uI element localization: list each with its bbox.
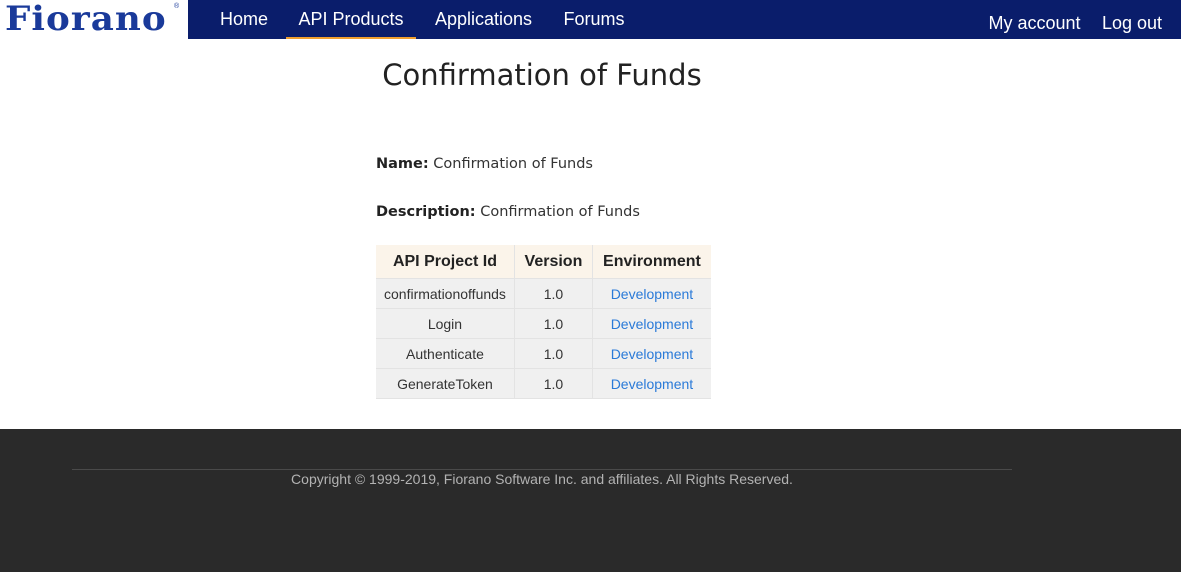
table-header-row: API Project Id Version Environment	[376, 245, 711, 279]
nav-log-out[interactable]: Log out	[1094, 4, 1170, 43]
cell-environment: Development	[592, 308, 711, 339]
nav-api-products[interactable]: API Products	[286, 0, 416, 39]
name-value: Confirmation of Funds	[433, 156, 593, 172]
table-row: confirmationoffunds 1.0 Development	[376, 278, 711, 309]
top-navigation-bar: Fiorano ® Home API Products Applications…	[0, 0, 1181, 39]
header-version: Version	[514, 245, 593, 279]
api-projects-table: API Project Id Version Environment confi…	[376, 245, 711, 399]
environment-link[interactable]: Development	[611, 316, 694, 332]
cell-version: 1.0	[514, 278, 593, 309]
nav-my-account[interactable]: My account	[981, 4, 1088, 43]
cell-project-id: GenerateToken	[376, 368, 515, 399]
cell-project-id: Login	[376, 308, 515, 339]
cell-environment: Development	[592, 338, 711, 369]
nav-home[interactable]: Home	[206, 0, 282, 39]
environment-link[interactable]: Development	[611, 286, 694, 302]
cell-version: 1.0	[514, 338, 593, 369]
cell-project-id: Authenticate	[376, 338, 515, 369]
description-field: Description: Confirmation of Funds	[376, 204, 640, 220]
nav-forums[interactable]: Forums	[551, 0, 637, 39]
table-row: Login 1.0 Development	[376, 308, 711, 339]
cell-version: 1.0	[514, 308, 593, 339]
environment-link[interactable]: Development	[611, 346, 694, 362]
footer-divider	[72, 469, 1012, 470]
nav-applications[interactable]: Applications	[420, 0, 547, 39]
header-environment: Environment	[592, 245, 711, 279]
table-row: Authenticate 1.0 Development	[376, 338, 711, 369]
name-label: Name:	[376, 156, 429, 172]
page-title: Confirmation of Funds	[382, 58, 702, 92]
environment-link[interactable]: Development	[611, 376, 694, 392]
registered-mark: ®	[174, 3, 180, 10]
fiorano-logo[interactable]: Fiorano ®	[0, 0, 188, 39]
description-value: Confirmation of Funds	[480, 204, 640, 220]
copyright-text: Copyright © 1999-2019, Fiorano Software …	[291, 471, 793, 487]
cell-environment: Development	[592, 278, 711, 309]
page-footer: Copyright © 1999-2019, Fiorano Software …	[0, 429, 1181, 572]
logo-text: Fiorano	[5, 0, 167, 39]
cell-version: 1.0	[514, 368, 593, 399]
cell-project-id: confirmationoffunds	[376, 278, 515, 309]
description-label: Description:	[376, 204, 476, 220]
header-api-project-id: API Project Id	[376, 245, 515, 279]
cell-environment: Development	[592, 368, 711, 399]
name-field: Name: Confirmation of Funds	[376, 156, 593, 172]
table-row: GenerateToken 1.0 Development	[376, 368, 711, 399]
